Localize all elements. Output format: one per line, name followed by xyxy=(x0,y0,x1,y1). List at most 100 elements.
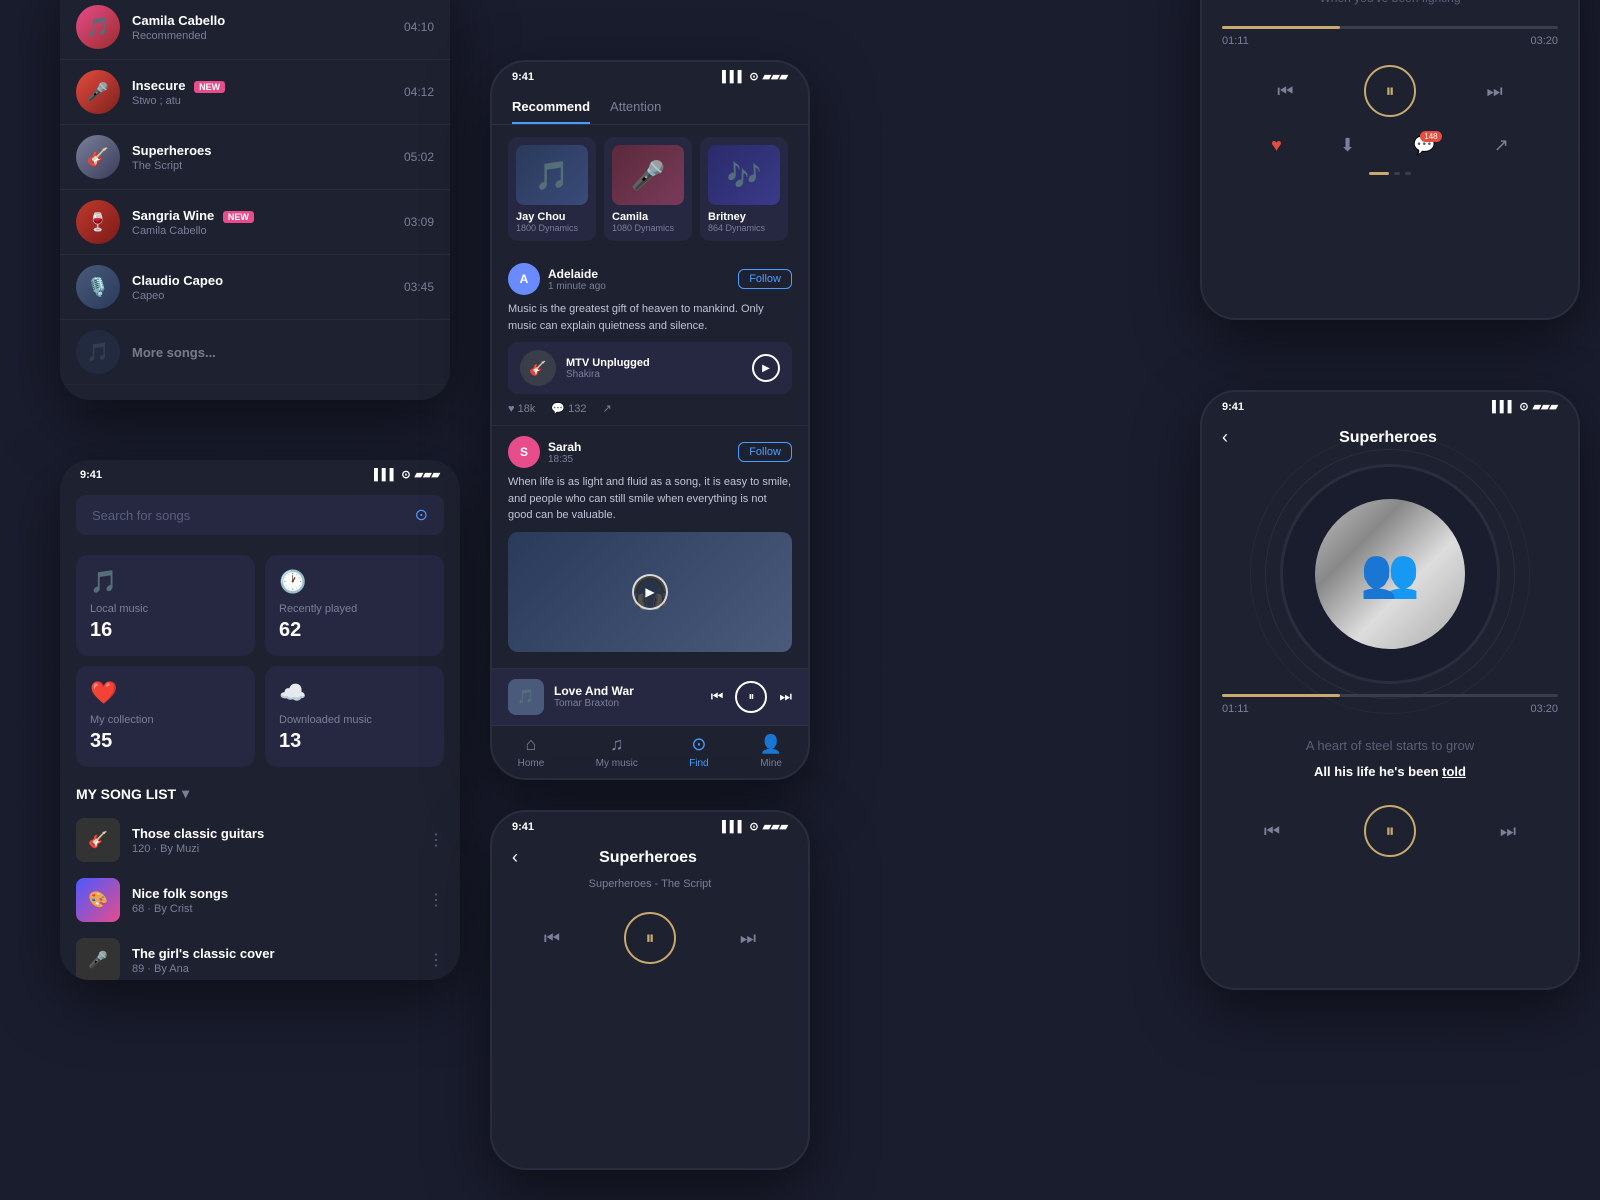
snippet-title-1: MTV Unplugged xyxy=(566,357,742,369)
progress-1: 01:11 03:20 xyxy=(1222,26,1558,47)
wifi-icon-5: ⊙ xyxy=(1519,400,1528,413)
mini-player: 🎵 Love And War Tomar Braxton ⏮ ⏸ ⏭ xyxy=(492,669,808,725)
np-title-6: Superheroes xyxy=(538,849,758,867)
bottom-nav: ⌂ Home ♫ My music ⊙ Find 👤 Mine xyxy=(492,725,808,781)
play-btn-1[interactable]: ▶ xyxy=(752,354,780,382)
progress-times-1: 01:11 03:20 xyxy=(1222,35,1558,47)
more-icon-2[interactable]: ⋮ xyxy=(428,890,444,910)
stats-grid: 🎵 Local music 16 🕐 Recently played 62 ❤️… xyxy=(60,545,460,777)
like-btn-1[interactable]: ♥ xyxy=(1271,135,1282,156)
play-pause-btn-1[interactable]: ⏸ xyxy=(1364,65,1416,117)
back-btn-5[interactable]: ‹ xyxy=(1202,427,1248,448)
downloaded-card[interactable]: ☁️ Downloaded music 13 xyxy=(265,666,444,767)
song-item-1[interactable]: 🎵 Camila Cabello Recommended 04:10 xyxy=(60,0,450,60)
avatar-4: 🍷 xyxy=(76,200,120,244)
artist-card-1[interactable]: 🎵 Jay Chou 1800 Dynamics xyxy=(508,137,596,241)
song-title-6: More songs... xyxy=(132,345,434,360)
avatar-3: 🎸 xyxy=(76,135,120,179)
np-controls-1: ⏮ ⏸ ⏭ xyxy=(1222,55,1558,127)
playlist-item-2[interactable]: 🎨 Nice folk songs 68 · By Crist ⋮ xyxy=(60,870,460,930)
avatar-2: 🎤 xyxy=(76,70,120,114)
tabs-row: Recommend Attention xyxy=(492,91,808,125)
signal-icon-6: ▌▌▌ xyxy=(722,821,745,833)
song-artist-5: Capeo xyxy=(132,290,392,302)
username-2: Sarah xyxy=(548,440,738,454)
lyrics-line-2: When you've been fighting xyxy=(1222,0,1558,10)
skip-back-btn-6[interactable]: ⏮ xyxy=(544,928,560,949)
comments-1[interactable]: 💬 132 xyxy=(551,402,586,415)
song-info-5: Claudio Capeo Capeo xyxy=(132,273,392,302)
back-btn-6[interactable]: ‹ xyxy=(492,847,538,868)
cloud-icon: ☁️ xyxy=(279,680,430,706)
status-icons-6: ▌▌▌ ⊙ ▰▰▰ xyxy=(722,820,788,833)
song-item-6-partial[interactable]: 🎵 More songs... xyxy=(60,320,450,385)
skip-fwd-btn-5[interactable]: ⏭ xyxy=(1500,821,1516,842)
post-1: A Adelaide 1 minute ago Follow Music is … xyxy=(492,253,808,426)
song-snippet-1[interactable]: 🎸 MTV Unplugged Shakira ▶ xyxy=(508,342,792,394)
chevron-down-icon[interactable]: ▾ xyxy=(182,785,189,802)
status-icons-5: ▌▌▌ ⊙ ▰▰▰ xyxy=(1492,400,1558,413)
battery-icon-6: ▰▰▰ xyxy=(763,820,788,833)
user-info-2: Sarah 18:35 xyxy=(548,440,738,465)
song-artist-4: Camila Cabello xyxy=(132,225,392,237)
song-item-2[interactable]: 🎤 Insecure NEW Stwo ; atu 04:12 xyxy=(60,60,450,125)
more-icon-1[interactable]: ⋮ xyxy=(428,830,444,850)
mini-controls: ⏮ ⏸ ⏭ xyxy=(711,681,792,713)
recently-played-card[interactable]: 🕐 Recently played 62 xyxy=(265,555,444,656)
play-overlay-2[interactable]: ▶ xyxy=(632,574,668,610)
search-icon[interactable]: ⊙ xyxy=(415,505,428,525)
progress-bar-1 xyxy=(1222,26,1558,29)
user-nav-icon: 👤 xyxy=(760,734,782,755)
playlist-item-3[interactable]: 🎤 The girl's classic cover 89 · By Ana ⋮ xyxy=(60,930,460,980)
follow-btn-1[interactable]: Follow xyxy=(738,269,792,289)
prev-btn[interactable]: ⏮ xyxy=(711,688,724,705)
nav-home[interactable]: ⌂ Home xyxy=(518,734,545,769)
play-pause-btn-5[interactable]: ⏸ xyxy=(1364,805,1416,857)
search-bar[interactable]: Search for songs ⊙ xyxy=(76,495,444,535)
play-pause-btn[interactable]: ⏸ xyxy=(735,681,767,713)
wifi-icon-2: ⊙ xyxy=(401,468,410,481)
find-icon: ⊙ xyxy=(691,734,706,755)
signal-icon-5: ▌▌▌ xyxy=(1492,401,1515,413)
song-item-4[interactable]: 🍷 Sangria Wine NEW Camila Cabello 03:09 xyxy=(60,190,450,255)
np-controls-6: ⏮ ⏸ ⏭ xyxy=(492,902,808,974)
local-music-count: 16 xyxy=(90,619,241,642)
more-icon-3[interactable]: ⋮ xyxy=(428,950,444,970)
share-btn-1[interactable]: ↗ xyxy=(1494,135,1509,156)
skip-back-btn-1[interactable]: ⏮ xyxy=(1277,81,1293,102)
song-info-2: Insecure NEW Stwo ; atu xyxy=(132,78,392,107)
song-item-3[interactable]: 🎸 Superheroes The Script 05:02 xyxy=(60,125,450,190)
nav-mine[interactable]: 👤 Mine xyxy=(760,734,782,769)
next-btn[interactable]: ⏭ xyxy=(779,688,792,705)
nav-mymusic[interactable]: ♫ My music xyxy=(596,734,638,769)
progress-fill-1 xyxy=(1222,26,1340,29)
artist-bg-1: 🎵 xyxy=(516,145,588,205)
likes-1[interactable]: ♥ 18k xyxy=(508,403,535,415)
skip-back-btn-5[interactable]: ⏮ xyxy=(1264,821,1280,842)
play-pause-btn-6[interactable]: ⏸ xyxy=(624,912,676,964)
phone-song-list: 9:41 📶 📡 🔋 🎵 Camila Cabello Recommended … xyxy=(60,0,450,400)
collection-card[interactable]: ❤️ My collection 35 xyxy=(76,666,255,767)
song-item-5[interactable]: 🎙️ Claudio Capeo Capeo 03:45 xyxy=(60,255,450,320)
skip-fwd-btn-6[interactable]: ⏭ xyxy=(740,928,756,949)
local-music-card[interactable]: 🎵 Local music 16 xyxy=(76,555,255,656)
artist-card-3[interactable]: 🎶 Britney 864 Dynamics xyxy=(700,137,788,241)
share-icon-1[interactable]: ↗ xyxy=(602,402,611,415)
tab-attention[interactable]: Attention xyxy=(610,91,661,124)
time-6: 9:41 xyxy=(512,821,534,833)
follow-btn-2[interactable]: Follow xyxy=(738,442,792,462)
artist-name-1: Jay Chou xyxy=(516,211,588,223)
skip-fwd-btn-1[interactable]: ⏭ xyxy=(1487,81,1503,102)
signal-icon-3: ▌▌▌ xyxy=(722,71,745,83)
comment-btn-1[interactable]: 💬 148 xyxy=(1413,135,1435,156)
playlist-meta-1: 120 · By Muzi xyxy=(132,843,416,855)
time-current-5: 01:11 xyxy=(1222,703,1249,715)
nav-find[interactable]: ⊙ Find xyxy=(689,734,708,769)
tab-recommend[interactable]: Recommend xyxy=(512,91,590,124)
time-total-1: 03:20 xyxy=(1530,35,1558,47)
status-icons-3: ▌▌▌ ⊙ ▰▰▰ xyxy=(722,70,788,83)
song-info-1: Camila Cabello Recommended xyxy=(132,13,392,42)
artist-card-2[interactable]: 🎤 Camila 1080 Dynamics xyxy=(604,137,692,241)
download-btn-1[interactable]: ⬇ xyxy=(1340,135,1355,156)
playlist-item-1[interactable]: 🎸 Those classic guitars 120 · By Muzi ⋮ xyxy=(60,810,460,870)
